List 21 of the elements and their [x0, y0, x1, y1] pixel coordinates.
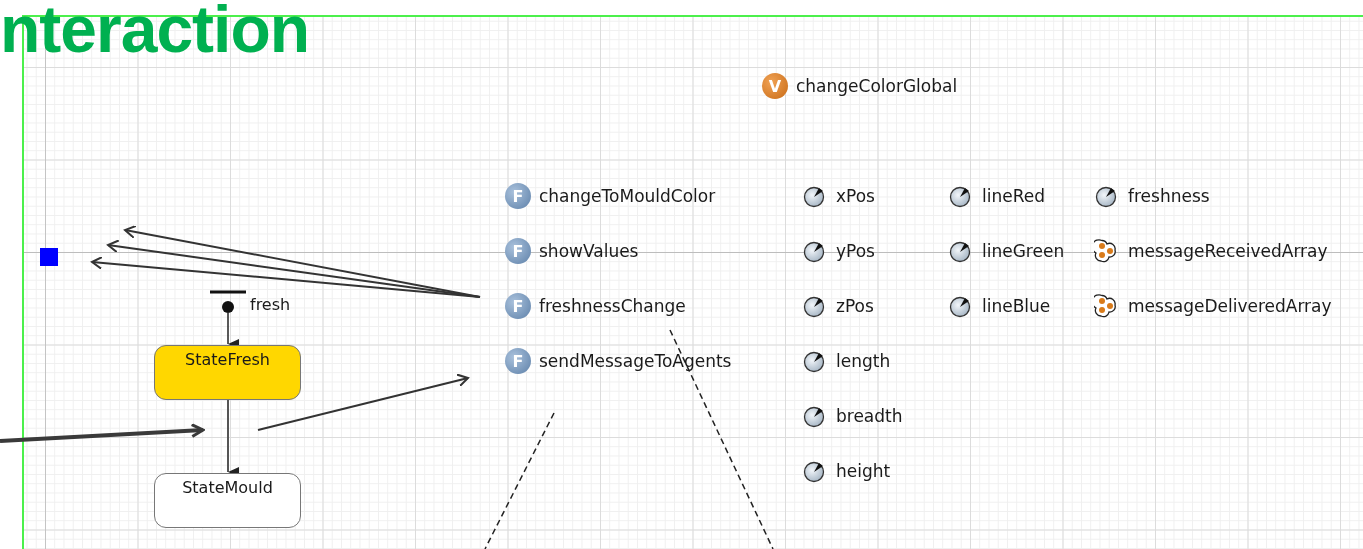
collection-label[interactable]: messageDeliveredArray — [1128, 295, 1332, 317]
parameter-label[interactable]: height — [836, 460, 891, 482]
parameter-label[interactable]: xPos — [836, 185, 875, 207]
parameter-label[interactable]: freshness — [1128, 185, 1210, 207]
variable-label[interactable]: changeColorGlobal — [796, 75, 958, 97]
function-label[interactable]: showValues — [539, 240, 639, 262]
parameter-label[interactable]: breadth — [836, 405, 903, 427]
function-label[interactable]: sendMessageToAgents — [539, 350, 732, 372]
function-label[interactable]: freshnessChange — [539, 295, 686, 317]
parameter-label[interactable]: length — [836, 350, 891, 372]
parameter-label[interactable]: lineGreen — [982, 240, 1065, 262]
parameter-label[interactable]: yPos — [836, 240, 875, 262]
collection-label[interactable]: messageReceivedArray — [1128, 240, 1328, 262]
parameter-label[interactable]: zPos — [836, 295, 874, 317]
origin-marker — [40, 248, 58, 266]
function-label[interactable]: changeToMouldColor — [539, 185, 716, 207]
parameter-label[interactable]: lineBlue — [982, 295, 1051, 317]
parameter-label[interactable]: lineRed — [982, 185, 1045, 207]
state-node[interactable]: StateFresh — [154, 345, 301, 400]
state-node[interactable]: StateMould — [154, 473, 301, 528]
entry-label: fresh — [250, 295, 291, 315]
